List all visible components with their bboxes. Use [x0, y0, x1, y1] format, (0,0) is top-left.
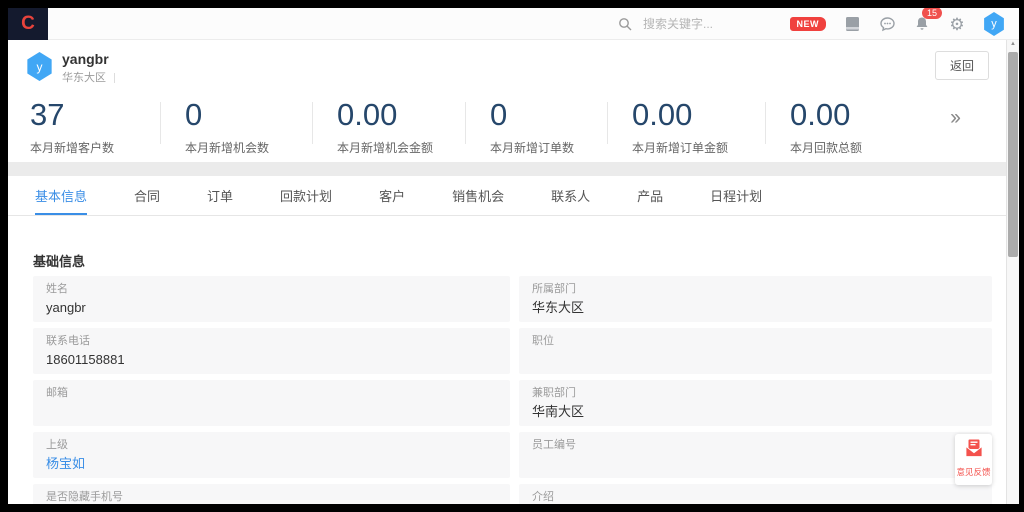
app-logo[interactable]: C — [8, 8, 48, 40]
chat-icon[interactable] — [878, 15, 896, 33]
email-field[interactable]: 邮箱 — [33, 380, 510, 426]
profile-header: y yangbr 华东大区 返回 — [8, 40, 1019, 90]
user-avatar[interactable]: y — [983, 12, 1005, 36]
notifications-bell-icon[interactable]: 15 — [913, 15, 931, 33]
profile-department: 华东大区 — [62, 69, 115, 85]
tab-product[interactable]: 产品 — [637, 176, 663, 215]
tab-contract[interactable]: 合同 — [134, 176, 160, 215]
stat-new-orders: 0 本月新增订单数 — [490, 98, 574, 156]
tab-order[interactable]: 订单 — [207, 176, 233, 215]
search-input[interactable] — [643, 17, 793, 31]
hide-phone-field[interactable]: 是否隐藏手机号 — [33, 484, 510, 504]
stat-new-opportunity-amount: 0.00 本月新增机会金额 — [337, 98, 433, 156]
phone-field[interactable]: 联系电话 18601158881 — [33, 328, 510, 374]
secondary-department-field[interactable]: 兼职部门 华南大区 — [519, 380, 992, 426]
detail-tabs: 基本信息 合同 订单 回款计划 客户 销售机会 联系人 产品 日程计划 — [8, 176, 1019, 216]
section-separator — [8, 162, 1019, 176]
employee-id-field[interactable]: 员工编号 — [519, 432, 992, 478]
global-search — [616, 8, 793, 40]
profile-avatar: y — [26, 52, 53, 81]
tab-payment-plan[interactable]: 回款计划 — [280, 176, 332, 215]
stat-payment-total: 0.00 本月回款总额 — [790, 98, 862, 156]
feedback-label: 意见反馈 — [956, 466, 990, 478]
stat-new-customers: 37 本月新增客户数 — [30, 98, 114, 156]
department-field[interactable]: 所属部门 华东大区 — [519, 276, 992, 322]
tab-sales-opportunity[interactable]: 销售机会 — [452, 176, 504, 215]
vertical-scrollbar[interactable]: ▲ — [1006, 40, 1019, 504]
tab-customer[interactable]: 客户 — [379, 176, 405, 215]
new-feature-badge[interactable]: NEW — [790, 17, 827, 31]
back-button[interactable]: 返回 — [935, 51, 989, 80]
monthly-stats-band: 37 本月新增客户数 0 本月新增机会数 0.00 本月新增机会金额 0 本月新… — [8, 90, 1019, 162]
form-column-left: 姓名 yangbr 联系电话 18601158881 邮箱 上级 杨宝如 是否隐… — [33, 276, 510, 504]
supervisor-field[interactable]: 上级 杨宝如 — [33, 432, 510, 478]
position-field[interactable]: 职位 — [519, 328, 992, 374]
basic-info-section-title: 基础信息 — [33, 251, 85, 270]
supervisor-link[interactable]: 杨宝如 — [46, 455, 497, 472]
search-icon — [616, 15, 634, 33]
scrollbar-thumb[interactable] — [1008, 52, 1018, 257]
stats-more-chevron-icon[interactable]: ›› — [950, 106, 958, 130]
tab-schedule[interactable]: 日程计划 — [710, 176, 762, 215]
tab-basic-info[interactable]: 基本信息 — [35, 176, 87, 215]
scroll-up-arrow-icon[interactable]: ▲ — [1007, 41, 1019, 47]
settings-gear-icon[interactable]: ⚙ — [948, 15, 966, 33]
stat-new-order-amount: 0.00 本月新增订单金额 — [632, 98, 728, 156]
profile-name: yangbr — [62, 51, 109, 67]
form-column-right: 所属部门 华东大区 职位 兼职部门 华南大区 员工编号 介绍 — [519, 276, 992, 504]
notebook-icon[interactable] — [843, 15, 861, 33]
feedback-envelope-icon — [964, 439, 984, 463]
tab-contact[interactable]: 联系人 — [551, 176, 590, 215]
feedback-widget[interactable]: 意见反馈 — [955, 434, 992, 485]
top-navigation-bar: C NEW — [8, 8, 1019, 40]
name-field[interactable]: 姓名 yangbr — [33, 276, 510, 322]
notification-count-badge: 15 — [922, 8, 942, 19]
introduction-field[interactable]: 介绍 — [519, 484, 992, 504]
stat-new-opportunities: 0 本月新增机会数 — [185, 98, 269, 156]
app-window: C NEW — [8, 8, 1019, 504]
